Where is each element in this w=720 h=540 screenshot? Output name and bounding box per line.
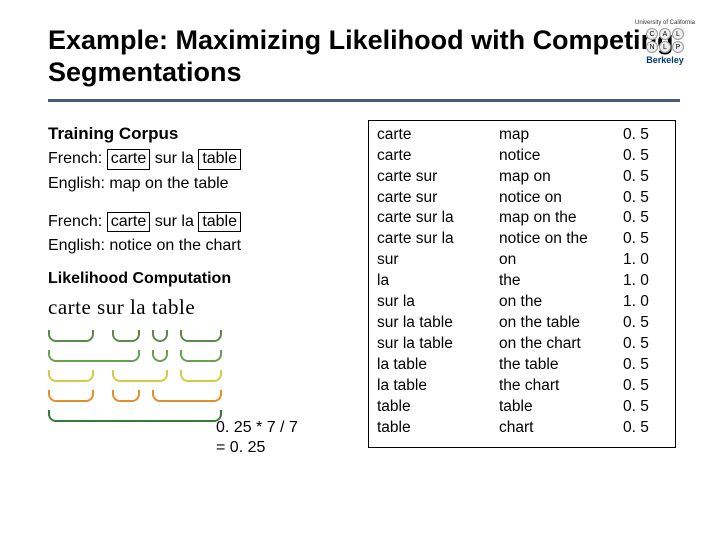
table-cell: la table xyxy=(377,355,487,376)
table-cell: carte sur la xyxy=(377,229,487,250)
bracket xyxy=(180,350,222,362)
table-col-french: cartecartecarte surcarte surcarte sur la… xyxy=(377,125,487,443)
bracket xyxy=(48,390,94,402)
table-cell: carte xyxy=(377,146,487,167)
bracket xyxy=(180,370,222,382)
table-cell: notice xyxy=(499,146,611,167)
table-cell: map on xyxy=(499,167,611,188)
table-cell: 0. 5 xyxy=(623,355,659,376)
table-col-english: mapnoticemap onnotice onmap on thenotice… xyxy=(499,125,611,443)
equation-line-1: 0. 25 * 7 / 7 xyxy=(216,418,298,438)
table-cell: 0. 5 xyxy=(623,334,659,355)
left-column: Training Corpus French: carte sur la tab… xyxy=(48,120,358,448)
english-line-2: English: notice on the chart xyxy=(48,234,358,257)
slide: Example: Maximizing Likelihood with Comp… xyxy=(0,0,720,448)
box-table-1: table xyxy=(198,149,241,169)
likelihood-header: Likelihood Computation xyxy=(48,267,358,290)
bracket xyxy=(152,390,222,402)
table-cell: sur la table xyxy=(377,334,487,355)
table-cell: 1. 0 xyxy=(623,292,659,313)
table-cell: on the chart xyxy=(499,334,611,355)
alignment-table: cartecartecarte surcarte surcarte sur la… xyxy=(368,120,676,448)
table-cell: 0. 5 xyxy=(623,376,659,397)
table-cell: la table xyxy=(377,376,487,397)
bracket xyxy=(180,330,222,342)
bracket-row xyxy=(48,329,358,349)
bracket-row xyxy=(48,349,358,369)
table-cell: the table xyxy=(499,355,611,376)
table-cell: table xyxy=(377,397,487,418)
table-cell: 0. 5 xyxy=(623,208,659,229)
segmentation-words: carte sur la table xyxy=(48,292,358,322)
bracket xyxy=(48,350,140,362)
training-corpus-header: Training Corpus xyxy=(48,122,358,147)
table-cell: on the xyxy=(499,292,611,313)
table-cell: 0. 5 xyxy=(623,418,659,439)
bracket xyxy=(152,330,168,342)
table-cell: the chart xyxy=(499,376,611,397)
title-rule xyxy=(48,99,680,102)
equation-line-2: = 0. 25 xyxy=(216,438,298,458)
table-cell: map on the xyxy=(499,208,611,229)
slide-title: Example: Maximizing Likelihood with Comp… xyxy=(48,24,680,89)
table-col-prob: 0. 50. 50. 50. 50. 50. 51. 01. 01. 00. 5… xyxy=(623,125,659,443)
table-cell: 0. 5 xyxy=(623,188,659,209)
table-cell: sur la table xyxy=(377,313,487,334)
bracket-row xyxy=(48,369,358,389)
bracket-diagram xyxy=(48,329,358,429)
logo-top-text: University of California xyxy=(635,20,695,26)
bracket xyxy=(152,350,168,362)
bracket xyxy=(48,410,222,422)
content-row: Training Corpus French: carte sur la tab… xyxy=(48,120,680,448)
equation: 0. 25 * 7 / 7 = 0. 25 xyxy=(216,418,298,458)
table-cell: notice on xyxy=(499,188,611,209)
table-cell: sur la xyxy=(377,292,487,313)
bracket-row xyxy=(48,409,358,429)
table-cell: 1. 0 xyxy=(623,271,659,292)
table-cell: 0. 5 xyxy=(623,167,659,188)
box-carte-2: carte xyxy=(107,212,151,232)
bracket xyxy=(48,370,94,382)
table-cell: 1. 0 xyxy=(623,250,659,271)
bracket xyxy=(112,330,140,342)
table-cell: notice on the xyxy=(499,229,611,250)
table-cell: 0. 5 xyxy=(623,397,659,418)
table-cell: table xyxy=(499,397,611,418)
table-cell: 0. 5 xyxy=(623,313,659,334)
table-cell: la xyxy=(377,271,487,292)
french-line-2: French: carte sur la table xyxy=(48,210,358,233)
bracket xyxy=(112,370,168,382)
table-cell: chart xyxy=(499,418,611,439)
table-cell: carte sur xyxy=(377,188,487,209)
table-cell: sur xyxy=(377,250,487,271)
box-table-2: table xyxy=(198,212,241,232)
bracket xyxy=(48,330,94,342)
table-cell: carte sur la xyxy=(377,208,487,229)
box-carte-1: carte xyxy=(107,149,151,169)
table-cell: 0. 5 xyxy=(623,229,659,250)
logo-bottom-text: Berkeley xyxy=(646,55,684,65)
table-cell: 0. 5 xyxy=(623,125,659,146)
table-cell: map xyxy=(499,125,611,146)
bracket-row xyxy=(48,389,358,409)
bracket xyxy=(112,390,140,402)
table-cell: table xyxy=(377,418,487,439)
table-cell: carte xyxy=(377,125,487,146)
table-cell: the xyxy=(499,271,611,292)
french-line-1: French: carte sur la table xyxy=(48,147,358,170)
table-cell: on xyxy=(499,250,611,271)
english-line-1: English: map on the table xyxy=(48,172,358,195)
table-cell: on the table xyxy=(499,313,611,334)
berkeley-logo: University of California C A L N L P Ber… xyxy=(630,20,700,80)
table-cell: 0. 5 xyxy=(623,146,659,167)
table-cell: carte sur xyxy=(377,167,487,188)
logo-grid: C A L N L P xyxy=(646,28,684,53)
